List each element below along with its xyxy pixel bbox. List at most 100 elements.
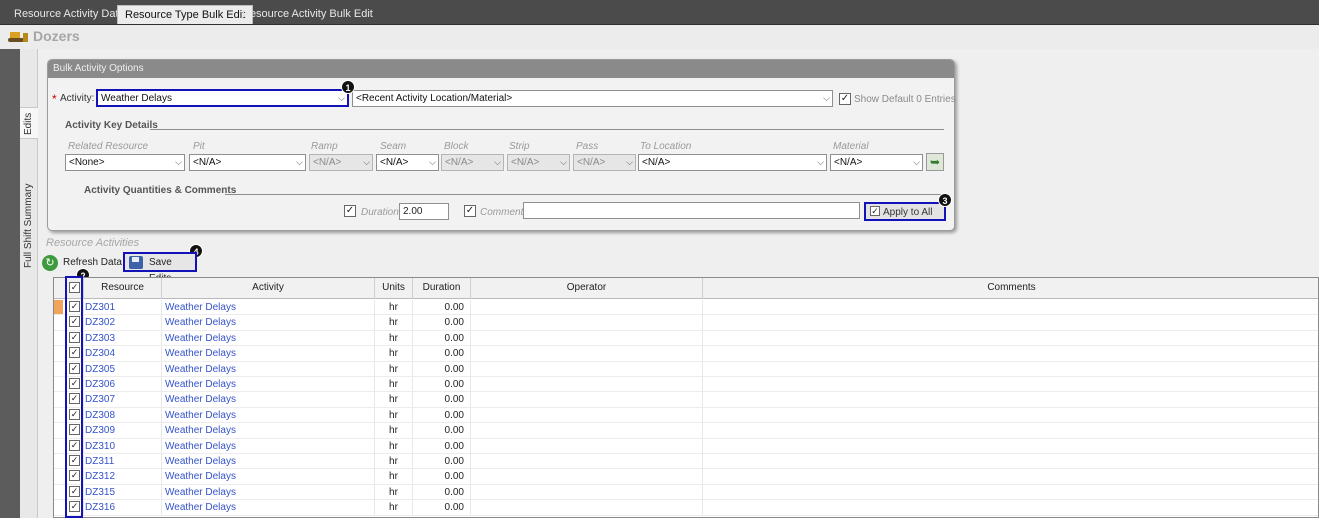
side-tab-full-shift-summary[interactable]: Full Shift Summary bbox=[20, 144, 38, 269]
activity-cell[interactable]: Weather Delays bbox=[162, 346, 375, 362]
duration-cell[interactable]: 0.00 bbox=[413, 469, 471, 485]
operator-cell[interactable] bbox=[471, 361, 703, 377]
pit-select[interactable]: <N/A> ⌵ bbox=[189, 154, 306, 171]
resource-cell[interactable]: DZ306 bbox=[84, 377, 162, 392]
comments-cell[interactable] bbox=[703, 439, 1318, 454]
go-arrow-icon[interactable]: ➥ bbox=[926, 153, 944, 171]
table-row[interactable]: ✓ DZ310 Weather Delays hr 0.00 bbox=[54, 438, 1318, 454]
location-select[interactable]: <Recent Activity Location/Material> ⌵ bbox=[352, 90, 833, 107]
activity-cell[interactable]: Weather Delays bbox=[162, 484, 375, 500]
duration-cell[interactable]: 0.00 bbox=[413, 500, 471, 516]
operator-cell[interactable] bbox=[471, 469, 703, 485]
save-edits-button[interactable]: Save Edits bbox=[123, 252, 197, 284]
resource-cell[interactable]: DZ310 bbox=[84, 438, 162, 454]
comments-cell[interactable] bbox=[703, 423, 1318, 438]
duration-cell[interactable]: 0.00 bbox=[413, 407, 471, 423]
comments-cell[interactable] bbox=[703, 300, 1318, 315]
comments-cell[interactable] bbox=[703, 392, 1318, 407]
resource-cell[interactable]: DZ307 bbox=[84, 392, 162, 408]
table-row[interactable]: ✓ DZ303 Weather Delays hr 0.00 bbox=[54, 330, 1318, 347]
duration-input[interactable]: 2.00 bbox=[399, 203, 449, 220]
comments-cell[interactable] bbox=[703, 346, 1318, 361]
operator-cell[interactable] bbox=[471, 392, 703, 408]
activity-cell[interactable]: Weather Delays bbox=[162, 300, 375, 315]
column-header-comments[interactable]: Comments bbox=[703, 278, 1318, 299]
activity-cell[interactable]: Weather Delays bbox=[162, 315, 375, 331]
table-row[interactable]: ✓ DZ315 Weather Delays hr 0.00 bbox=[54, 484, 1318, 501]
side-tab-edits[interactable]: Edits bbox=[20, 107, 38, 139]
activity-cell[interactable]: Weather Delays bbox=[162, 392, 375, 408]
activity-cell[interactable]: Weather Delays bbox=[162, 438, 375, 454]
resource-cell[interactable]: DZ301 bbox=[84, 300, 162, 315]
duration-cell[interactable]: 0.00 bbox=[413, 392, 471, 408]
duration-cell[interactable]: 0.00 bbox=[413, 300, 471, 315]
activity-cell[interactable]: Weather Delays bbox=[162, 377, 375, 392]
operator-cell[interactable] bbox=[471, 500, 703, 516]
comment-checkbox[interactable]: ✓ bbox=[464, 205, 476, 217]
comments-cell[interactable] bbox=[703, 500, 1318, 515]
resource-cell[interactable]: DZ316 bbox=[84, 500, 162, 516]
comments-cell[interactable] bbox=[703, 377, 1318, 392]
operator-cell[interactable] bbox=[471, 315, 703, 331]
resource-cell[interactable]: DZ305 bbox=[84, 361, 162, 377]
column-header-resource[interactable]: Resource bbox=[84, 278, 162, 299]
activity-cell[interactable]: Weather Delays bbox=[162, 454, 375, 469]
comment-input[interactable] bbox=[523, 202, 860, 219]
comments-cell[interactable] bbox=[703, 454, 1318, 469]
activity-cell[interactable]: Weather Delays bbox=[162, 407, 375, 423]
duration-cell[interactable]: 0.00 bbox=[413, 454, 471, 469]
column-header-units[interactable]: Units bbox=[375, 278, 413, 299]
table-row[interactable]: ✓ DZ316 Weather Delays hr 0.00 bbox=[54, 500, 1318, 516]
comments-cell[interactable] bbox=[703, 331, 1318, 346]
duration-cell[interactable]: 0.00 bbox=[413, 361, 471, 377]
operator-cell[interactable] bbox=[471, 484, 703, 500]
seam-select[interactable]: <N/A> ⌵ bbox=[376, 154, 439, 171]
to-location-select[interactable]: <N/A> ⌵ bbox=[638, 154, 827, 171]
comments-cell[interactable] bbox=[703, 485, 1318, 500]
comments-cell[interactable] bbox=[703, 315, 1318, 330]
apply-checkbox[interactable]: ✓ bbox=[870, 206, 880, 216]
duration-cell[interactable]: 0.00 bbox=[413, 423, 471, 439]
comments-cell[interactable] bbox=[703, 469, 1318, 484]
duration-checkbox[interactable]: ✓ bbox=[344, 205, 356, 217]
activity-cell[interactable]: Weather Delays bbox=[162, 469, 375, 485]
duration-cell[interactable]: 0.00 bbox=[413, 377, 471, 392]
activity-select[interactable]: Weather Delays ⌵ bbox=[96, 89, 349, 107]
operator-cell[interactable] bbox=[471, 438, 703, 454]
column-header-activity[interactable]: Activity bbox=[162, 278, 375, 299]
resource-cell[interactable]: DZ302 bbox=[84, 315, 162, 331]
duration-cell[interactable]: 0.00 bbox=[413, 330, 471, 346]
duration-cell[interactable]: 0.00 bbox=[413, 315, 471, 331]
table-row[interactable]: ✓ DZ309 Weather Delays hr 0.00 bbox=[54, 423, 1318, 439]
tab-resource-activity-bulk-edit[interactable]: Resource Activity Bulk Edit bbox=[235, 5, 380, 24]
activity-cell[interactable]: Weather Delays bbox=[162, 500, 375, 516]
resource-cell[interactable]: DZ303 bbox=[84, 330, 162, 346]
table-row[interactable]: ✓ DZ306 Weather Delays hr 0.00 bbox=[54, 377, 1318, 393]
comments-cell[interactable] bbox=[703, 362, 1318, 377]
material-select[interactable]: <N/A> ⌵ bbox=[830, 154, 923, 171]
operator-cell[interactable] bbox=[471, 300, 703, 315]
refresh-icon[interactable]: ↻ bbox=[42, 255, 58, 271]
column-header-operator[interactable]: Operator bbox=[471, 278, 703, 299]
table-row[interactable]: ✓ DZ307 Weather Delays hr 0.00 bbox=[54, 392, 1318, 408]
comments-cell[interactable] bbox=[703, 408, 1318, 423]
operator-cell[interactable] bbox=[471, 377, 703, 392]
table-row[interactable]: ✓ DZ305 Weather Delays hr 0.00 bbox=[54, 361, 1318, 377]
table-row[interactable]: ✓ DZ311 Weather Delays hr 0.00 bbox=[54, 454, 1318, 470]
table-row[interactable]: ✓ DZ301 Weather Delays hr 0.00 bbox=[54, 300, 1318, 316]
activity-cell[interactable]: Weather Delays bbox=[162, 423, 375, 439]
table-row[interactable]: ✓ DZ302 Weather Delays hr 0.00 bbox=[54, 315, 1318, 331]
activity-cell[interactable]: Weather Delays bbox=[162, 361, 375, 377]
operator-cell[interactable] bbox=[471, 330, 703, 346]
resource-cell[interactable]: DZ315 bbox=[84, 484, 162, 500]
activity-cell[interactable]: Weather Delays bbox=[162, 330, 375, 346]
table-row[interactable]: ✓ DZ308 Weather Delays hr 0.00 bbox=[54, 407, 1318, 424]
column-header-duration[interactable]: Duration bbox=[413, 278, 471, 299]
resource-cell[interactable]: DZ304 bbox=[84, 346, 162, 362]
resource-cell[interactable]: DZ309 bbox=[84, 423, 162, 439]
resource-cell[interactable]: DZ308 bbox=[84, 407, 162, 423]
tab-resource-type-bulk-edit[interactable]: Resource Type Bulk Edit bbox=[117, 5, 254, 24]
related-resource-select[interactable]: <None> ⌵ bbox=[65, 154, 185, 171]
show-default-checkbox[interactable]: ✓ bbox=[839, 93, 851, 105]
table-row[interactable]: ✓ DZ304 Weather Delays hr 0.00 bbox=[54, 346, 1318, 362]
